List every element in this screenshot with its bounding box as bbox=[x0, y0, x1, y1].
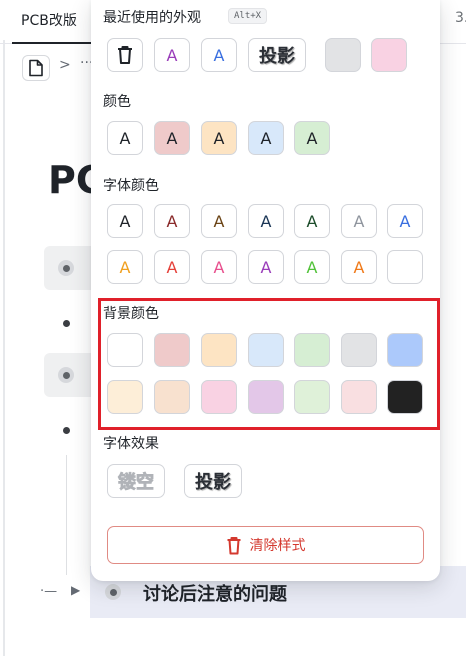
document-icon[interactable] bbox=[22, 55, 50, 81]
recent-styles-label: 最近使用的外观 bbox=[103, 10, 201, 26]
font-color-swatch-7[interactable]: A bbox=[387, 204, 423, 238]
tab-extra[interactable]: 3. bbox=[455, 10, 466, 26]
font-color-swatch-b-7[interactable] bbox=[387, 250, 423, 284]
app-root: PCB改版 3. > ··· PC ·— ▶ 讨论后注意的问题 最近使用的外观 … bbox=[0, 0, 466, 656]
bullet-icon[interactable] bbox=[58, 260, 74, 276]
swatch-letter: A bbox=[119, 211, 131, 231]
bullet-icon[interactable] bbox=[58, 367, 74, 383]
font-color-swatch-1[interactable]: A bbox=[107, 204, 143, 238]
swatch-letter: A bbox=[353, 211, 365, 231]
swatch-letter: A bbox=[119, 257, 131, 277]
swatch-letter: A bbox=[306, 257, 318, 277]
recent-bg-pink[interactable] bbox=[371, 38, 407, 72]
trash-icon bbox=[227, 536, 240, 554]
trash-icon bbox=[118, 46, 132, 64]
list-item-text[interactable]: 讨论后注意的问题 bbox=[143, 580, 287, 606]
color-swatch-3[interactable]: A bbox=[201, 121, 237, 155]
clear-style-label: 清除样式 bbox=[249, 538, 306, 554]
swatch-letter: A bbox=[399, 211, 411, 231]
font-color-label: 字体颜色 bbox=[103, 178, 159, 194]
tab-document-title[interactable]: PCB改版 bbox=[21, 10, 77, 30]
breadcrumb-chevron-icon: > bbox=[59, 57, 71, 73]
swatch-letter: A bbox=[260, 211, 272, 231]
swatch-letter: A bbox=[119, 128, 131, 148]
clear-style-button[interactable]: 清除样式 bbox=[107, 526, 424, 564]
color-swatch-1[interactable]: A bbox=[107, 121, 143, 155]
color-swatch-4[interactable]: A bbox=[248, 121, 284, 155]
swatch-letter: A bbox=[166, 128, 178, 148]
font-color-swatch-b-5[interactable]: A bbox=[294, 250, 330, 284]
left-border bbox=[3, 40, 5, 656]
recent-shadow-effect[interactable]: 投影 bbox=[248, 38, 306, 72]
color-swatch-5[interactable]: A bbox=[294, 121, 330, 155]
bullet-icon[interactable] bbox=[63, 320, 70, 327]
font-color-swatch-b-1[interactable]: A bbox=[107, 250, 143, 284]
collapse-line-icon: ·— bbox=[40, 584, 58, 599]
shortcut-badge: Alt+X bbox=[228, 8, 268, 24]
recent-font-color-blue[interactable]: A bbox=[201, 38, 237, 72]
font-color-swatch-b-2[interactable]: A bbox=[154, 250, 190, 284]
color-swatch-2[interactable]: A bbox=[154, 121, 190, 155]
swatch-letter: A bbox=[166, 211, 178, 231]
style-popover: 最近使用的外观 Alt+X A A 投影 颜色 字体颜色 背景颜色 字体效果 镂… bbox=[91, 0, 440, 581]
color-label: 颜色 bbox=[103, 94, 131, 110]
bullet-icon[interactable] bbox=[105, 584, 121, 600]
swatch-letter: A bbox=[260, 128, 272, 148]
annotation-highlight-box bbox=[98, 298, 440, 430]
font-color-swatch-6[interactable]: A bbox=[341, 204, 377, 238]
font-color-swatch-5[interactable]: A bbox=[294, 204, 330, 238]
shadow-effect-button[interactable]: 投影 bbox=[184, 464, 242, 498]
font-color-swatch-b-3[interactable]: A bbox=[201, 250, 237, 284]
font-color-swatch-2[interactable]: A bbox=[154, 204, 190, 238]
font-color-swatch-3[interactable]: A bbox=[201, 204, 237, 238]
swatch-letter: A bbox=[260, 257, 272, 277]
swatch-letter: A bbox=[213, 257, 225, 277]
font-effect-label: 字体效果 bbox=[103, 436, 159, 452]
bullet-icon[interactable] bbox=[63, 427, 70, 434]
font-color-swatch-4[interactable]: A bbox=[248, 204, 284, 238]
hollow-effect-button[interactable]: 镂空 bbox=[107, 464, 165, 498]
swatch-letter: A bbox=[166, 257, 178, 277]
expand-arrow-icon[interactable]: ▶ bbox=[71, 583, 80, 597]
swatch-letter: A bbox=[306, 128, 318, 148]
swatch-letter: A bbox=[353, 257, 365, 277]
swatch-letter: A bbox=[213, 211, 225, 231]
font-color-swatch-b-6[interactable]: A bbox=[341, 250, 377, 284]
recent-bg-gray[interactable] bbox=[325, 38, 361, 72]
recent-font-color-purple[interactable]: A bbox=[154, 38, 190, 72]
font-color-swatch-b-4[interactable]: A bbox=[248, 250, 284, 284]
outline-guide bbox=[66, 455, 67, 575]
swatch-letter: A bbox=[213, 128, 225, 148]
tab-active-indicator bbox=[12, 42, 92, 44]
clear-recent-button[interactable] bbox=[107, 38, 143, 72]
swatch-letter: A bbox=[306, 211, 318, 231]
